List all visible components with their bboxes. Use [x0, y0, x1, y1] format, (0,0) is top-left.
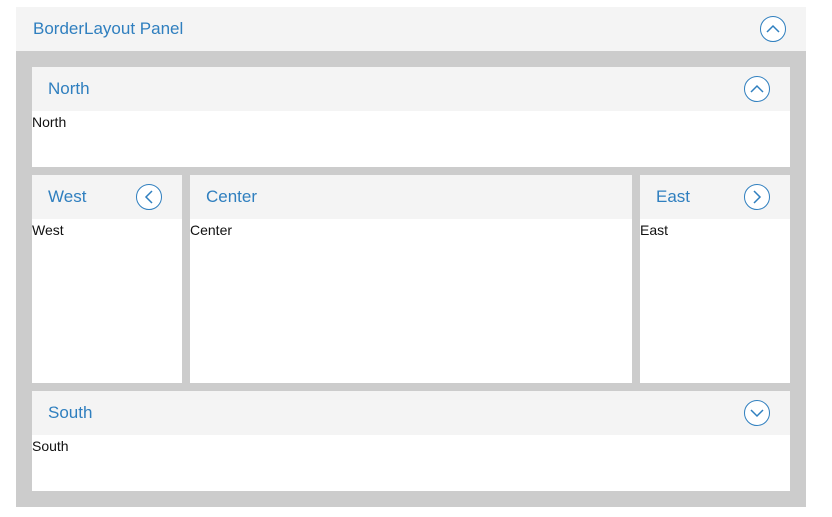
north-splitter[interactable]: [32, 167, 790, 175]
west-title: West: [48, 187, 87, 206]
west-region: West West: [32, 175, 182, 383]
east-body: East: [640, 222, 669, 238]
center-region: Center Center: [190, 175, 632, 383]
west-body: West: [32, 222, 64, 238]
east-region: East East: [640, 175, 790, 383]
chevron-up-icon: [766, 24, 780, 33]
south-body: South: [32, 438, 69, 454]
south-splitter[interactable]: [32, 383, 790, 391]
chevron-up-icon: [750, 84, 764, 93]
center-header: Center: [190, 175, 632, 219]
panel-header: BorderLayout Panel: [16, 7, 806, 51]
north-body: North: [32, 114, 67, 130]
south-header: South: [32, 391, 790, 435]
north-region: North North: [32, 67, 790, 167]
east-collapse-button[interactable]: [744, 184, 770, 210]
south-region: South South: [32, 391, 790, 491]
south-title: South: [48, 403, 93, 422]
panel-collapse-button[interactable]: [760, 16, 786, 42]
chevron-left-icon: [144, 190, 153, 204]
north-title: North: [48, 79, 90, 98]
chevron-right-icon: [753, 190, 762, 204]
north-collapse-button[interactable]: [744, 76, 770, 102]
borderlayout-panel: BorderLayout Panel North North West West…: [16, 7, 806, 507]
east-header: East: [640, 175, 790, 219]
center-body: Center: [190, 222, 233, 238]
panel-title: BorderLayout Panel: [33, 19, 184, 38]
east-splitter[interactable]: [632, 175, 640, 383]
west-splitter[interactable]: [182, 175, 190, 383]
south-collapse-button[interactable]: [744, 400, 770, 426]
center-title: Center: [206, 187, 258, 206]
north-header: North: [32, 67, 790, 111]
chevron-down-icon: [750, 409, 764, 418]
west-header: West: [32, 175, 182, 219]
west-collapse-button[interactable]: [136, 184, 162, 210]
east-title: East: [656, 187, 691, 206]
